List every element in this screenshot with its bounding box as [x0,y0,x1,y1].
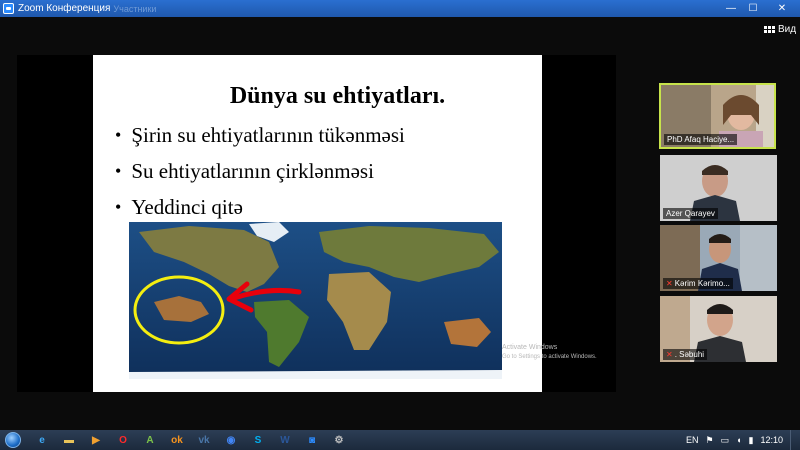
slide-bullet: • Yeddinci qitə [115,189,405,225]
show-desktop-button[interactable] [790,430,800,450]
participant-video[interactable]: ✕ Kərim Kərimo... [660,225,777,291]
window-controls: — ☐ ✕ [720,0,800,16]
flag-icon[interactable]: ⚑ [705,435,713,446]
slide-title: Dünya su ehtiyatları. [229,83,446,109]
bullet-dot: • [115,161,122,181]
folder-icon[interactable]: ▬ [58,431,80,449]
vk-icon[interactable]: vk [193,431,215,449]
volume-icon[interactable]: ◖ [736,435,741,445]
start-button[interactable] [0,430,26,450]
slide-bullet: • Su ehtiyatlarının çirklənməsi [115,153,405,189]
notification-icon[interactable]: ▭ [721,435,730,446]
language-indicator[interactable]: EN [686,435,699,445]
opera-icon[interactable]: O [112,431,134,449]
word-icon[interactable]: W [274,431,296,449]
participant-name-tag: Azer Qarayev [663,208,718,219]
slide-bullet-list: • Şirin su ehtiyatlarının tükənməsi • Su… [115,117,405,225]
network-icon[interactable]: ▮ [749,435,754,446]
bullet-dot: • [115,125,122,145]
activate-windows-hint: Go to Settings to activate Windows. [502,354,597,360]
windows-taskbar: e ▬ ▶ O Aok vk ◉ S W ◙ ⚙ EN ⚑ ▭ ◖ ▮ 12:10 [0,430,800,450]
bullet-dot: • [115,197,122,217]
participant-name-tag: PhD Afaq Haciye... [664,134,738,145]
window-title: Zoom Конференция [18,3,111,14]
mic-muted-icon: ✕ [666,350,673,359]
bullet-text: Yeddinci qitə [131,195,243,219]
participant-name: Kərim Kərimo... [674,279,730,288]
zoom-app-icon [3,3,14,14]
close-button[interactable]: ✕ [764,0,800,16]
minimize-button[interactable]: — [720,0,742,16]
world-map-image [129,222,502,379]
odnoklassniki-icon[interactable]: ok [166,431,188,449]
window-title-ghost: Участники [113,3,157,14]
bullet-text: Şirin su ehtiyatlarının tükənməsi [131,123,405,147]
participant-name: . Səbuhi [674,350,705,359]
chrome-icon[interactable]: ◉ [220,431,242,449]
tool-icon[interactable]: ⚙ [328,431,350,449]
title-bar[interactable]: Zoom Конференция Участники — ☐ ✕ [0,0,800,17]
mic-muted-icon: ✕ [666,279,673,288]
zoom-icon[interactable]: ◙ [301,431,323,449]
skype-icon[interactable]: S [247,431,269,449]
world-map-svg [129,222,502,379]
participant-name: PhD Afaq Haciye... [667,135,735,144]
bullet-text: Su ehtiyatlarının çirklənməsi [131,159,374,183]
participant-name-tag: ✕ . Səbuhi [663,349,708,360]
ie-icon[interactable]: e [31,431,53,449]
participant-name-tag: ✕ Kərim Kərimo... [663,278,733,289]
participant-name: Azer Qarayev [666,209,715,218]
participant-video[interactable]: ✕ . Səbuhi [660,296,777,362]
zoom-window: Zoom Конференция Участники — ☐ ✕ Вид Dün… [0,0,800,450]
system-tray: EN ⚑ ▭ ◖ ▮ 12:10 [686,430,800,450]
activate-windows-watermark: Activate Windows [502,344,558,351]
clock[interactable]: 12:10 [760,435,783,445]
windows-start-icon [5,432,21,448]
participant-video[interactable]: Azer Qarayev [660,155,777,221]
maximize-button[interactable]: ☐ [742,0,764,16]
android-icon[interactable]: A [139,431,161,449]
view-button-label: Вид [778,24,797,35]
grid-view-icon [764,26,775,33]
participant-video[interactable]: PhD Afaq Haciye... [659,83,776,149]
slide-bullet: • Şirin su ehtiyatlarının tükənməsi [115,117,405,153]
view-button[interactable]: Вид [764,24,796,35]
media-player-icon[interactable]: ▶ [85,431,107,449]
taskbar-apps: e ▬ ▶ O Aok vk ◉ S W ◙ ⚙ [26,431,350,449]
